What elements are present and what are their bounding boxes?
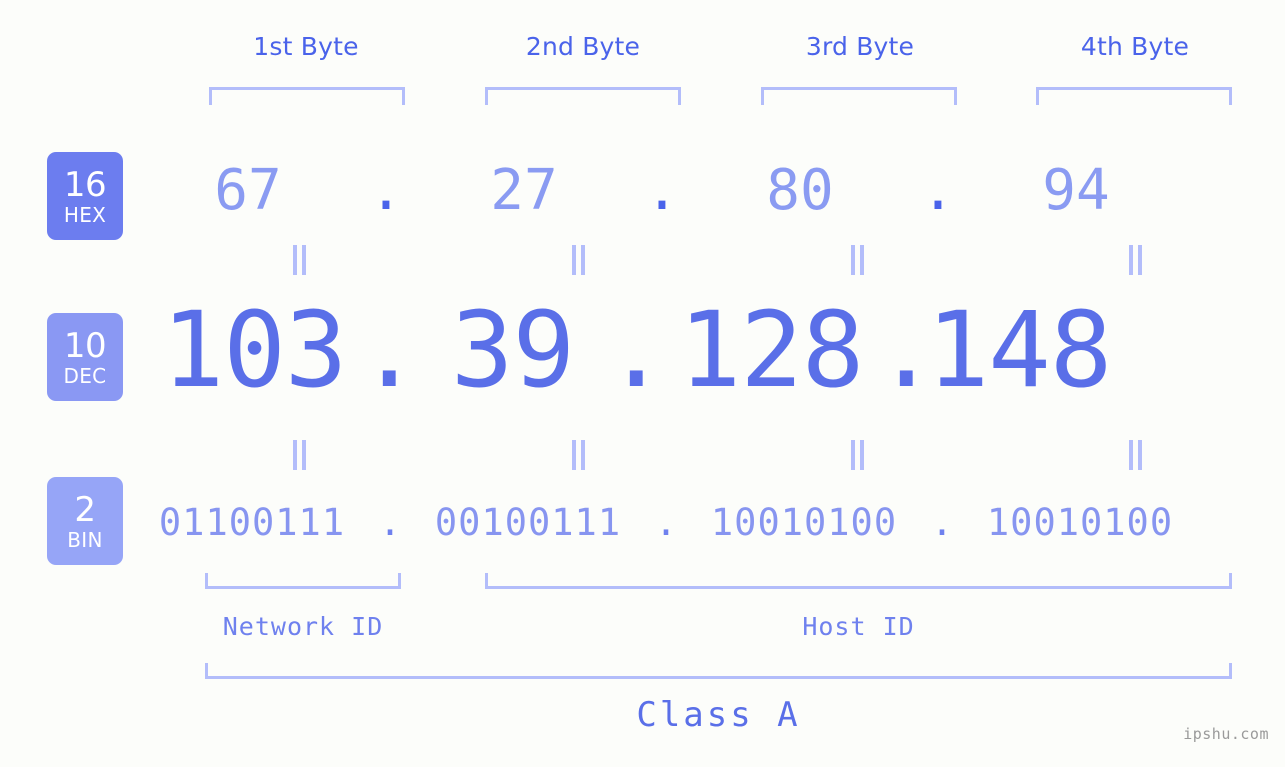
byte-bracket-3 (761, 87, 957, 105)
base-badge-hex-number: 16 (63, 164, 107, 205)
equals-icon-dec-bin-3 (850, 440, 866, 470)
base-badge-dec-number: 10 (63, 325, 107, 366)
byte-bracket-1 (209, 87, 405, 105)
bin-octet-3: 10010100 (710, 501, 898, 544)
ip-breakdown-diagram: 1st Byte 2nd Byte 3rd Byte 4th Byte 16 H… (0, 0, 1285, 767)
host-id-bracket (485, 573, 1232, 589)
dec-octet-4: 148 (926, 289, 1113, 411)
bin-separator-3: . (930, 501, 954, 544)
bin-octet-1: 01100111 (158, 501, 346, 544)
dec-octet-3: 128 (678, 289, 865, 411)
equals-icon-hex-dec-3 (850, 245, 866, 275)
equals-icon-dec-bin-1 (292, 440, 308, 470)
hex-octet-4: 94 (1042, 157, 1110, 223)
bin-octet-2: 00100111 (434, 501, 622, 544)
byte-header-2: 2nd Byte (525, 32, 641, 61)
dec-value-row: 103 . 39 . 128 . 148 (150, 289, 1275, 411)
equals-icon-hex-dec-1 (292, 245, 308, 275)
dec-octet-2: 39 (450, 289, 575, 411)
base-badge-dec: 10 DEC (47, 313, 123, 401)
bin-octet-4: 10010100 (986, 501, 1174, 544)
bin-value-row: 01100111 . 00100111 . 10010100 . 1001010… (150, 495, 1275, 550)
hex-octet-2: 27 (490, 157, 558, 223)
bin-separator-2: . (654, 501, 678, 544)
byte-header-3: 3rd Byte (805, 32, 915, 61)
network-id-bracket (205, 573, 401, 589)
hex-octet-3: 80 (766, 157, 834, 223)
base-badge-dec-abbr: DEC (63, 363, 107, 388)
equals-icon-dec-bin-2 (571, 440, 587, 470)
hex-value-row: 67 . 27 . 80 . 94 (150, 150, 1275, 230)
base-badge-bin-number: 2 (74, 489, 96, 530)
site-watermark: ipshu.com (1183, 725, 1269, 743)
hex-octet-1: 67 (214, 157, 282, 223)
byte-bracket-2 (485, 87, 681, 105)
dec-octet-1: 103 (161, 289, 348, 411)
byte-header-4: 4th Byte (1080, 32, 1190, 61)
equals-icon-dec-bin-4 (1128, 440, 1144, 470)
hex-separator-2: . (645, 157, 679, 223)
hex-separator-1: . (369, 157, 403, 223)
dec-separator-1: . (358, 289, 421, 411)
host-id-label: Host ID (802, 612, 915, 641)
base-badge-bin: 2 BIN (47, 477, 123, 565)
equals-icon-hex-dec-2 (571, 245, 587, 275)
hex-separator-3: . (921, 157, 955, 223)
equals-icon-hex-dec-4 (1128, 245, 1144, 275)
byte-header-1: 1st Byte (253, 32, 359, 61)
byte-bracket-4 (1036, 87, 1232, 105)
class-bracket (205, 663, 1232, 679)
network-id-label: Network ID (222, 612, 384, 641)
dec-separator-2: . (605, 289, 668, 411)
base-badge-bin-abbr: BIN (67, 527, 103, 552)
dec-separator-3: . (875, 289, 938, 411)
base-badge-hex-abbr: HEX (63, 202, 107, 227)
base-badge-hex: 16 HEX (47, 152, 123, 240)
class-label: Class A (636, 695, 801, 735)
bin-separator-1: . (378, 501, 402, 544)
